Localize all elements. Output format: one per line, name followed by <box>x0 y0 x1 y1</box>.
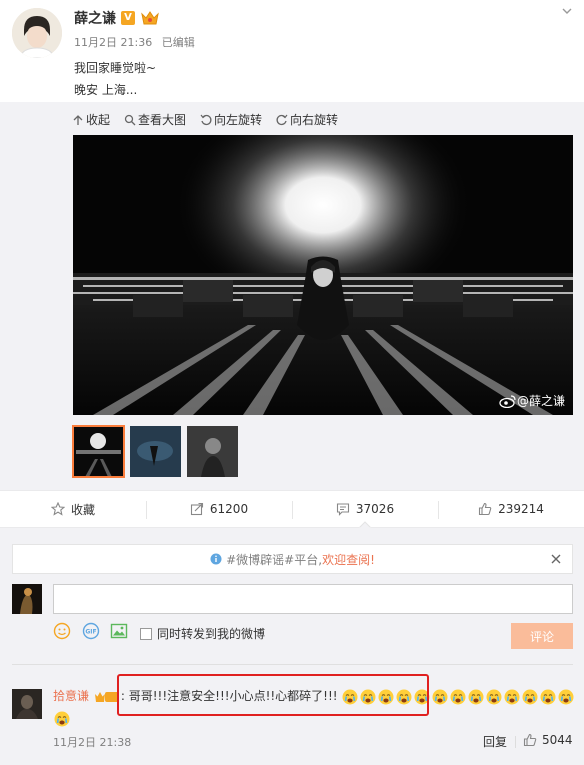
highlight-box <box>117 674 429 716</box>
chevron-down-icon[interactable] <box>560 4 574 18</box>
rotate-left-icon <box>200 114 212 125</box>
comment-like-count: 5044 <box>542 733 573 747</box>
divider <box>12 664 573 665</box>
verified-icon: V <box>121 11 135 25</box>
comment-button[interactable]: 37026 <box>292 491 438 528</box>
search-icon <box>124 114 136 125</box>
rotate-right-button[interactable]: 向右旋转 <box>276 111 338 128</box>
thumbnail-2[interactable] <box>130 426 181 477</box>
crown-icon <box>141 11 159 25</box>
like-count: 239214 <box>498 502 544 516</box>
notice-text: #微博辟谣#平台, <box>226 552 323 567</box>
comment-like-button[interactable]: 5044 <box>523 733 573 747</box>
info-icon <box>210 553 222 565</box>
collapse-label: 收起 <box>86 113 111 127</box>
active-caret-icon <box>359 521 371 528</box>
crying-face-icon <box>522 689 538 704</box>
rumor-notice: #微博辟谣#平台, 欢迎查阅! <box>12 544 573 574</box>
forward-icon <box>190 502 203 516</box>
weibo-logo-icon <box>499 394 516 408</box>
main-photo[interactable]: @薛之谦 <box>73 135 573 415</box>
thumbnail-1[interactable] <box>72 425 125 478</box>
svg-text:GIF: GIF <box>85 629 96 636</box>
image-icon[interactable] <box>110 622 128 640</box>
arrow-up-icon <box>73 114 83 125</box>
rotate-right-icon <box>276 114 288 125</box>
emoji-icon[interactable] <box>53 622 71 640</box>
forward-option[interactable]: 同时转发到我的微博 <box>140 625 265 642</box>
crying-face-icon <box>432 689 448 704</box>
crying-face-icon <box>450 689 466 704</box>
forward-option-label: 同时转发到我的微博 <box>157 627 266 641</box>
forward-checkbox[interactable] <box>140 627 152 640</box>
post-timestamp[interactable]: 11月2日 21:36 <box>74 36 152 49</box>
crying-face-icon <box>504 689 520 704</box>
close-icon[interactable] <box>550 553 562 565</box>
crying-face-icon <box>486 689 502 704</box>
weibo-post-card: 薛之谦 V 11月2日 21:36 已编辑 我回家睡觉啦~ 晚安 上海... 收… <box>0 0 584 765</box>
fan-badge-icon <box>94 691 119 702</box>
photo-watermark: @薛之谦 <box>499 392 565 409</box>
comment-timestamp: 11月2日 21:38 <box>53 736 132 749</box>
favorite-button[interactable]: 收藏 <box>0 491 146 527</box>
commenter-name[interactable]: 拾意谦 <box>53 689 89 703</box>
comment-input[interactable] <box>53 584 573 614</box>
post-text: 我回家睡觉啦~ 晚安 上海... <box>74 57 156 101</box>
separator <box>515 736 516 748</box>
like-button[interactable]: 239214 <box>438 491 584 527</box>
current-user-avatar[interactable] <box>12 584 42 614</box>
watermark-text: @薛之谦 <box>516 394 565 408</box>
post-meta: 11月2日 21:36 已编辑 <box>74 34 201 50</box>
commenter-avatar[interactable] <box>12 689 42 719</box>
thumbs-up-icon <box>523 733 537 747</box>
rotate-left-label: 向左旋转 <box>214 113 263 127</box>
collapse-button[interactable]: 收起 <box>72 111 110 128</box>
comments-section: #微博辟谣#平台, 欢迎查阅! GIF 同时转发到我的微博 评论 拾意谦 谦粉:… <box>0 528 584 765</box>
star-icon <box>50 502 65 516</box>
submit-comment-button[interactable]: 评论 <box>511 623 573 649</box>
edited-label[interactable]: 已编辑 <box>162 36 195 49</box>
notice-link[interactable]: 欢迎查阅! <box>322 551 375 568</box>
view-large-button[interactable]: 查看大图 <box>124 111 186 128</box>
gif-icon[interactable]: GIF <box>82 622 100 640</box>
media-panel: 收起 查看大图 向左旋转 向右旋转 @薛之谦 <box>0 102 584 490</box>
thumbnail-strip <box>72 425 238 478</box>
reply-button[interactable]: 回复 <box>483 733 507 750</box>
author-name[interactable]: 薛之谦 <box>74 8 116 28</box>
forward-count: 61200 <box>209 502 249 516</box>
post-text-line: 我回家睡觉啦~ <box>74 61 157 75</box>
favorite-label: 收藏 <box>70 502 95 517</box>
action-bar: 收藏 61200 37026 239214 <box>0 490 584 528</box>
media-toolbar: 收起 查看大图 向左旋转 向右旋转 <box>72 111 352 128</box>
crying-face-icon <box>558 689 574 704</box>
view-large-label: 查看大图 <box>138 113 187 127</box>
comment-count: 37026 <box>355 502 395 516</box>
crying-face-icon <box>54 711 70 726</box>
rotate-right-label: 向右旋转 <box>290 113 339 127</box>
forward-button[interactable]: 61200 <box>146 491 292 527</box>
thumbnail-3[interactable] <box>187 426 238 477</box>
crying-face-icon <box>468 689 484 704</box>
comment-icon <box>336 503 349 516</box>
author-avatar[interactable] <box>12 8 62 58</box>
post-text-line: 晚安 上海... <box>74 83 138 97</box>
thumbs-up-icon <box>479 502 492 516</box>
rotate-left-button[interactable]: 向左旋转 <box>200 111 262 128</box>
crying-face-icon <box>540 689 556 704</box>
